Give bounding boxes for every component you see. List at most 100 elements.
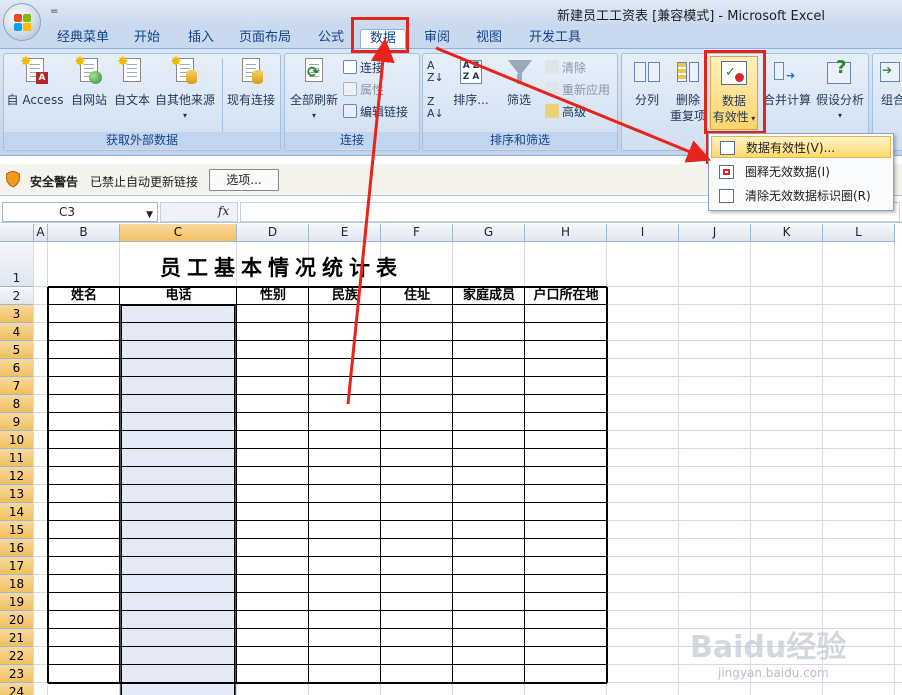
- row-header-19[interactable]: 19: [0, 593, 34, 611]
- quick-access-toolbar[interactable]: =: [50, 6, 58, 17]
- from-text-button[interactable]: ✸ 自文本: [112, 54, 152, 108]
- clear-circles-icon: [719, 189, 734, 203]
- existing-connections-icon: [238, 58, 264, 88]
- menu-item-data-validation[interactable]: 数据有效性(V)...: [711, 136, 891, 158]
- properties-button[interactable]: 属性: [343, 82, 384, 98]
- tab-formulas[interactable]: 公式: [310, 29, 352, 49]
- header-cell[interactable]: 电话: [120, 287, 237, 305]
- column-header-a[interactable]: A: [34, 224, 48, 242]
- column-header-b[interactable]: B: [48, 224, 120, 242]
- chevron-down-icon[interactable]: ▼: [146, 206, 153, 224]
- group-sort-filter: A Z↓ Z A↓ A ZZ A 排序... 筛选 清除 重新应用 高级 排序和筛选: [422, 53, 618, 151]
- row-header-17[interactable]: 17: [0, 557, 34, 575]
- row-header-1[interactable]: 1: [0, 242, 34, 287]
- office-button[interactable]: [3, 3, 41, 41]
- header-cell[interactable]: 家庭成员: [453, 287, 525, 305]
- row-header-4[interactable]: 4: [0, 323, 34, 341]
- from-other-sources-button[interactable]: ✸ 自其他来源 ▾: [152, 54, 218, 124]
- column-header-h[interactable]: H: [525, 224, 607, 242]
- table-border: [48, 502, 607, 503]
- remove-duplicates-button[interactable]: 删除 重复项: [668, 58, 708, 124]
- filter-button[interactable]: 筛选: [499, 58, 539, 108]
- tab-developer[interactable]: 开发工具: [522, 29, 588, 49]
- existing-connections-button[interactable]: 现有连接: [224, 58, 278, 108]
- tab-insert[interactable]: 插入: [180, 29, 222, 49]
- connections-button[interactable]: 连接: [343, 60, 384, 76]
- clear-filter-button[interactable]: 清除: [545, 60, 586, 76]
- clear-icon: [545, 60, 559, 74]
- row-header-3[interactable]: 3: [0, 305, 34, 323]
- row-header-5[interactable]: 5: [0, 341, 34, 359]
- sort-az-button[interactable]: A Z↓: [427, 60, 444, 84]
- name-box[interactable]: C3 ▼: [2, 202, 158, 222]
- row-header-20[interactable]: 20: [0, 611, 34, 629]
- row-header-21[interactable]: 21: [0, 629, 34, 647]
- column-header-l[interactable]: L: [823, 224, 895, 242]
- row-header-2[interactable]: 2: [0, 287, 34, 305]
- edit-links-button[interactable]: 编辑链接: [343, 104, 408, 120]
- header-cell[interactable]: 性别: [237, 287, 309, 305]
- refresh-all-button[interactable]: ⟳ 全部刷新 ▾: [287, 58, 341, 124]
- table-border: [48, 592, 607, 593]
- tab-review[interactable]: 审阅: [416, 29, 458, 49]
- table-border: [524, 287, 525, 683]
- advanced-filter-button[interactable]: 高级: [545, 104, 586, 120]
- row-header-13[interactable]: 13: [0, 485, 34, 503]
- select-all-corner[interactable]: [0, 224, 34, 242]
- group-label-sort-filter: 排序和筛选: [423, 132, 617, 149]
- reapply-button[interactable]: 重新应用: [545, 82, 610, 98]
- separator: [222, 58, 223, 132]
- column-header-i[interactable]: I: [607, 224, 679, 242]
- column-header-e[interactable]: E: [309, 224, 381, 242]
- row-header-8[interactable]: 8: [0, 395, 34, 413]
- table-border: [48, 466, 607, 467]
- row-header-11[interactable]: 11: [0, 449, 34, 467]
- tab-data[interactable]: 数据: [360, 29, 406, 49]
- row-header-23[interactable]: 23: [0, 665, 34, 683]
- tab-classic-menu[interactable]: 经典菜单: [50, 29, 116, 49]
- column-header-f[interactable]: F: [381, 224, 453, 242]
- row-header-12[interactable]: 12: [0, 467, 34, 485]
- menu-item-clear-circles[interactable]: 清除无效数据标识圈(R): [711, 185, 891, 207]
- header-cell[interactable]: 住址: [381, 287, 453, 305]
- row-header-18[interactable]: 18: [0, 575, 34, 593]
- row-header-10[interactable]: 10: [0, 431, 34, 449]
- text-to-columns-button[interactable]: 分列: [626, 58, 668, 108]
- row-header-24[interactable]: 24: [0, 683, 34, 695]
- tab-home[interactable]: 开始: [126, 29, 168, 49]
- group-button[interactable]: ➔ 组合: [877, 58, 902, 108]
- sort-button[interactable]: A ZZ A 排序...: [449, 58, 493, 108]
- row-header-7[interactable]: 7: [0, 377, 34, 395]
- from-web-button[interactable]: ✸ 自网站: [68, 54, 110, 108]
- column-header-d[interactable]: D: [237, 224, 309, 242]
- table-border: [47, 287, 49, 683]
- data-validation-button[interactable]: ✓ 数据 有效性 ▾: [710, 56, 758, 130]
- column-header-j[interactable]: J: [679, 224, 751, 242]
- insert-function-icon[interactable]: fx: [218, 204, 229, 218]
- row-header-15[interactable]: 15: [0, 521, 34, 539]
- row-header-6[interactable]: 6: [0, 359, 34, 377]
- tab-page-layout[interactable]: 页面布局: [232, 29, 298, 49]
- consolidate-button[interactable]: ➜ 合并计算: [762, 58, 812, 108]
- menu-item-circle-invalid[interactable]: 圈释无效数据(I): [711, 161, 891, 183]
- what-if-analysis-button[interactable]: ? 假设分析 ▾: [814, 58, 866, 124]
- column-header-g[interactable]: G: [453, 224, 525, 242]
- sort-za-button[interactable]: Z A↓: [427, 96, 444, 120]
- row-header-14[interactable]: 14: [0, 503, 34, 521]
- header-cell[interactable]: 民族: [309, 287, 381, 305]
- header-cell[interactable]: 户口所在地: [525, 287, 607, 305]
- table-border: [48, 394, 607, 395]
- selected-range-c3[interactable]: [121, 305, 235, 695]
- excel-window: = 新建员工工资表 [兼容模式] - Microsoft Excel 经典菜单 …: [0, 0, 902, 695]
- column-header-k[interactable]: K: [751, 224, 823, 242]
- from-access-button[interactable]: ✸ A 自 Access: [6, 54, 64, 108]
- tab-view[interactable]: 视图: [468, 29, 510, 49]
- security-warning-text: 已禁止自动更新链接: [90, 175, 199, 189]
- row-header-9[interactable]: 9: [0, 413, 34, 431]
- column-header-c[interactable]: C: [120, 224, 237, 242]
- title-bar: = 新建员工工资表 [兼容模式] - Microsoft Excel: [0, 0, 902, 27]
- header-cell[interactable]: 姓名: [48, 287, 120, 305]
- row-header-16[interactable]: 16: [0, 539, 34, 557]
- security-options-button[interactable]: 选项...: [209, 169, 279, 191]
- row-header-22[interactable]: 22: [0, 647, 34, 665]
